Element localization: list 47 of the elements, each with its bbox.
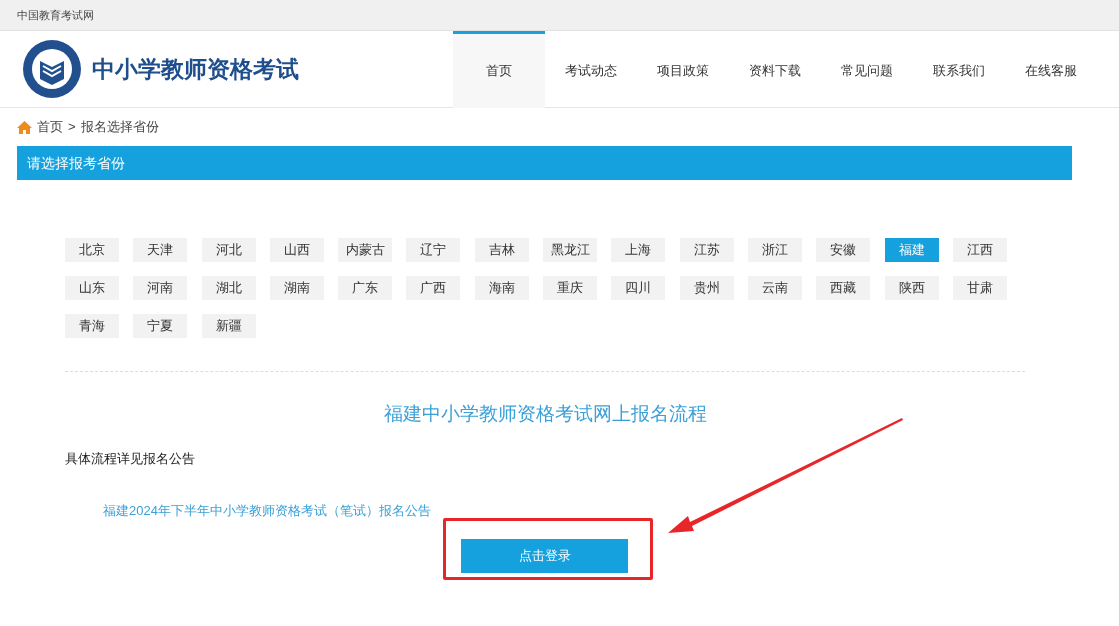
province-button[interactable]: 安徽 (816, 238, 871, 262)
province-button[interactable]: 青海 (65, 314, 119, 338)
province-button[interactable]: 上海 (611, 238, 666, 262)
province-button[interactable]: 湖北 (201, 276, 256, 300)
province-button[interactable]: 浙江 (747, 238, 802, 262)
province-button[interactable]: 天津 (133, 238, 188, 262)
nav-tab[interactable]: 常见问题 (821, 31, 913, 108)
province-button[interactable]: 黑龙江 (543, 238, 598, 262)
province-button[interactable]: 江苏 (679, 238, 734, 262)
province-button[interactable]: 广东 (338, 276, 393, 300)
province-button[interactable]: 广西 (406, 276, 461, 300)
nav-tab[interactable]: 在线客服 (1005, 31, 1097, 108)
breadcrumb-separator: > (68, 118, 76, 137)
province-button[interactable]: 辽宁 (406, 238, 461, 262)
province-button[interactable]: 湖南 (269, 276, 324, 300)
province-button[interactable]: 河北 (201, 238, 256, 262)
process-note: 具体流程详见报名公告 (65, 450, 195, 466)
province-button[interactable]: 北京 (65, 238, 119, 262)
province-button[interactable]: 新疆 (201, 314, 256, 338)
breadcrumb-current: 报名选择省份 (80, 118, 159, 137)
province-button[interactable]: 内蒙古 (338, 238, 393, 262)
logo-icon (22, 39, 82, 99)
province-button[interactable]: 山东 (65, 276, 119, 300)
province-button[interactable]: 甘肃 (952, 276, 1007, 300)
province-button[interactable]: 河南 (133, 276, 188, 300)
nav-tab[interactable]: 首页 (453, 31, 545, 108)
province-button[interactable]: 云南 (747, 276, 802, 300)
province-button[interactable]: 山西 (269, 238, 324, 262)
province-button[interactable]: 宁夏 (133, 314, 188, 338)
nav-tab[interactable]: 项目政策 (637, 31, 729, 108)
province-button[interactable]: 四川 (611, 276, 666, 300)
province-button[interactable]: 贵州 (679, 276, 734, 300)
site-title: 中小学教师资格考试 (92, 54, 299, 84)
nav-tab[interactable]: 考试动态 (545, 31, 637, 108)
province-button[interactable]: 西藏 (816, 276, 871, 300)
province-button[interactable]: 海南 (474, 276, 529, 300)
province-button[interactable]: 重庆 (543, 276, 598, 300)
breadcrumb-link[interactable]: 首页 (37, 117, 63, 137)
province-button[interactable]: 吉林 (474, 238, 529, 262)
province-button[interactable]: 陕西 (884, 276, 939, 300)
nav-tab[interactable]: 资料下载 (729, 31, 821, 108)
section-title: 请选择报考省份 (27, 153, 125, 173)
site-name[interactable]: 中国教育考试网 (17, 6, 94, 24)
province-button[interactable]: 江西 (952, 238, 1007, 262)
nav-tab[interactable]: 联系我们 (913, 31, 1005, 108)
home-icon (17, 120, 32, 134)
process-title: 福建中小学教师资格考试网上报名流程 (383, 402, 707, 426)
